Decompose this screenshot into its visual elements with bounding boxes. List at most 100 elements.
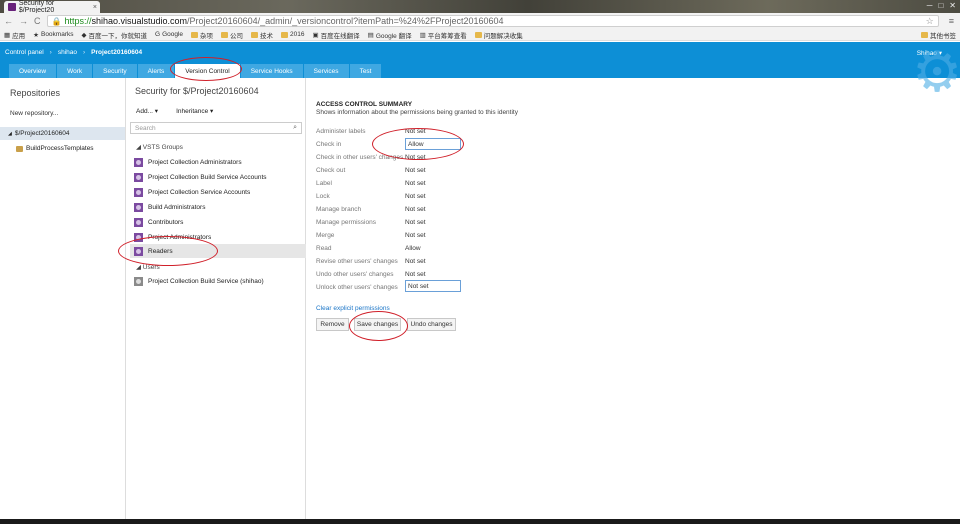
tab-services[interactable]: Services [303, 64, 349, 78]
browser-tab[interactable]: Security for $/Project20 × [4, 0, 100, 14]
list-item[interactable]: Project Administrators [130, 230, 306, 244]
identities-pane: Security for $/Project20160604 Add... ▾ … [126, 78, 306, 524]
bookmark-label: 百度一下，你就知道 [88, 32, 148, 40]
minimize-icon[interactable]: ─ [927, 1, 933, 10]
permission-value[interactable]: Not set [405, 167, 426, 174]
repositories-title: Repositories [10, 88, 61, 98]
reload-icon[interactable]: C [34, 16, 41, 26]
folder-icon [191, 31, 199, 38]
new-repository-link[interactable]: New repository... [10, 110, 58, 117]
list-item-selected[interactable]: Readers [130, 244, 306, 258]
taskbar-edge [0, 519, 960, 524]
permission-value[interactable]: Not set [405, 258, 426, 265]
repository-label: $/Project20160604 [14, 130, 70, 137]
list-item[interactable]: Build Administrators [130, 200, 306, 214]
remove-button[interactable]: Remove [316, 318, 349, 331]
menu-icon[interactable]: ≡ [949, 16, 954, 26]
list-item[interactable]: Project Collection Build Service (shihao… [130, 274, 306, 288]
bookmark-star-icon[interactable]: ☆ [926, 16, 934, 27]
tab-work[interactable]: Work [57, 64, 93, 78]
translate-icon: ▣ [312, 31, 319, 39]
tab-version-control[interactable]: Version Control [175, 64, 240, 78]
group-icon [134, 217, 143, 227]
search-placeholder: Search [135, 124, 156, 132]
bookmark-baidu[interactable]: ◆ 百度一下，你就知道 [82, 30, 148, 40]
bookmark-google[interactable]: G Google [155, 31, 183, 38]
permission-value[interactable]: Not set [405, 271, 426, 278]
permission-value[interactable]: Not set [405, 193, 426, 200]
add-button[interactable]: Add... ▾ [136, 107, 158, 115]
bookmark-apps[interactable]: ▦ 应用 [4, 30, 25, 40]
repository-item[interactable]: ◢ $/Project20160604 [0, 127, 125, 140]
bookmark-folder[interactable]: 问题解决收集 [474, 30, 523, 40]
back-icon[interactable]: ← [4, 16, 13, 26]
vsts-favicon-icon [8, 3, 16, 11]
permission-label: Undo other users' changes [316, 271, 394, 278]
permission-label: Check out [316, 167, 346, 174]
group-label: Project Collection Administrators [148, 158, 242, 166]
permission-value[interactable]: Not set [405, 232, 426, 239]
breadcrumb-control-panel[interactable]: Control panel [5, 49, 44, 56]
permission-value[interactable]: Not set [405, 154, 426, 161]
bookmark-label: 其他书签 [930, 32, 956, 40]
breadcrumb-collection[interactable]: shihao [58, 49, 77, 56]
search-input[interactable]: Search ⌕ [130, 122, 302, 134]
permission-select[interactable]: Not set [405, 280, 461, 292]
bookmark-google-translate[interactable]: ▤ Google 翻译 [368, 30, 412, 40]
list-item[interactable]: Project Collection Administrators [130, 155, 306, 169]
tab-security[interactable]: Security [93, 64, 137, 78]
list-item[interactable]: Project Collection Service Accounts [130, 185, 306, 199]
tab-overview[interactable]: Overview [9, 64, 57, 78]
permission-value[interactable]: Allow [405, 245, 421, 252]
bookmark-label: Bookmarks [40, 31, 74, 38]
access-control-title: ACCESS CONTROL SUMMARY [316, 101, 413, 108]
permission-value[interactable]: Not set [405, 206, 426, 213]
undo-changes-button[interactable]: Undo changes [407, 318, 456, 331]
permission-label: Manage permissions [316, 219, 376, 226]
close-window-icon[interactable]: ✕ [949, 1, 956, 10]
search-icon[interactable]: ⌕ [293, 124, 297, 132]
maximize-icon[interactable]: □ [938, 1, 943, 10]
folder-icon [251, 31, 259, 38]
bookmark-folder[interactable]: 公司 [221, 30, 243, 40]
bookmark-baidu-translate[interactable]: ▣ 百度在线翻译 [313, 30, 360, 40]
tab-service-hooks[interactable]: Service Hooks [240, 64, 303, 78]
tab-test[interactable]: Test [349, 64, 382, 78]
users-header[interactable]: ◢ Users [136, 263, 160, 271]
folder-item[interactable]: BuildProcessTemplates [16, 145, 94, 152]
bookmark-folder[interactable]: 2016 [281, 31, 305, 38]
list-item[interactable]: Contributors [130, 215, 306, 229]
permission-value[interactable]: Not set [405, 128, 426, 135]
bookmark-platform[interactable]: ▥ 平台筹筹查看 [420, 30, 467, 40]
permission-value[interactable]: Not set [405, 219, 426, 226]
tab-alerts[interactable]: Alerts [137, 64, 175, 78]
repositories-pane: Repositories New repository... ◢ $/Proje… [0, 78, 126, 524]
bookmark-folder[interactable]: 杂项 [191, 30, 213, 40]
vsts-header: Control panel › shihao › Project20160604… [0, 42, 960, 100]
list-item[interactable]: Project Collection Build Service Account… [130, 170, 306, 184]
permission-value[interactable]: Not set [405, 180, 426, 187]
bookmark-folder[interactable]: 技术 [251, 30, 273, 40]
clear-permissions-link[interactable]: Clear explicit permissions [316, 305, 390, 312]
identity-actions: Add... ▾ Inheritance ▾ [136, 107, 213, 115]
folder-icon [16, 145, 23, 152]
forward-icon[interactable]: → [19, 16, 28, 26]
bookmark-label: 杂项 [200, 32, 214, 40]
permission-label: Manage branch [316, 206, 362, 213]
url-input[interactable]: 🔒 https://shihao.visualstudio.com/Projec… [46, 15, 939, 27]
vsts-groups-header[interactable]: ◢ VSTS Groups [136, 143, 183, 151]
inheritance-button[interactable]: Inheritance ▾ [176, 107, 213, 115]
folder-icon [281, 31, 289, 38]
collapse-icon[interactable]: ◢ [8, 131, 12, 137]
save-changes-button[interactable]: Save changes [354, 318, 401, 331]
other-bookmarks[interactable]: 其他书签 [921, 30, 956, 40]
breadcrumb-project[interactable]: Project20160604 [91, 49, 142, 56]
bookmark-bookmarks[interactable]: ★ Bookmarks [33, 31, 73, 39]
folder-label: BuildProcessTemplates [26, 145, 94, 152]
group-icon [134, 232, 143, 242]
permission-label: Merge [316, 232, 335, 239]
tab-close-icon[interactable]: × [93, 4, 97, 11]
breadcrumb-separator: › [49, 49, 52, 56]
permission-select[interactable]: Allow [405, 138, 461, 150]
permission-label: Revise other users' changes [316, 258, 398, 265]
